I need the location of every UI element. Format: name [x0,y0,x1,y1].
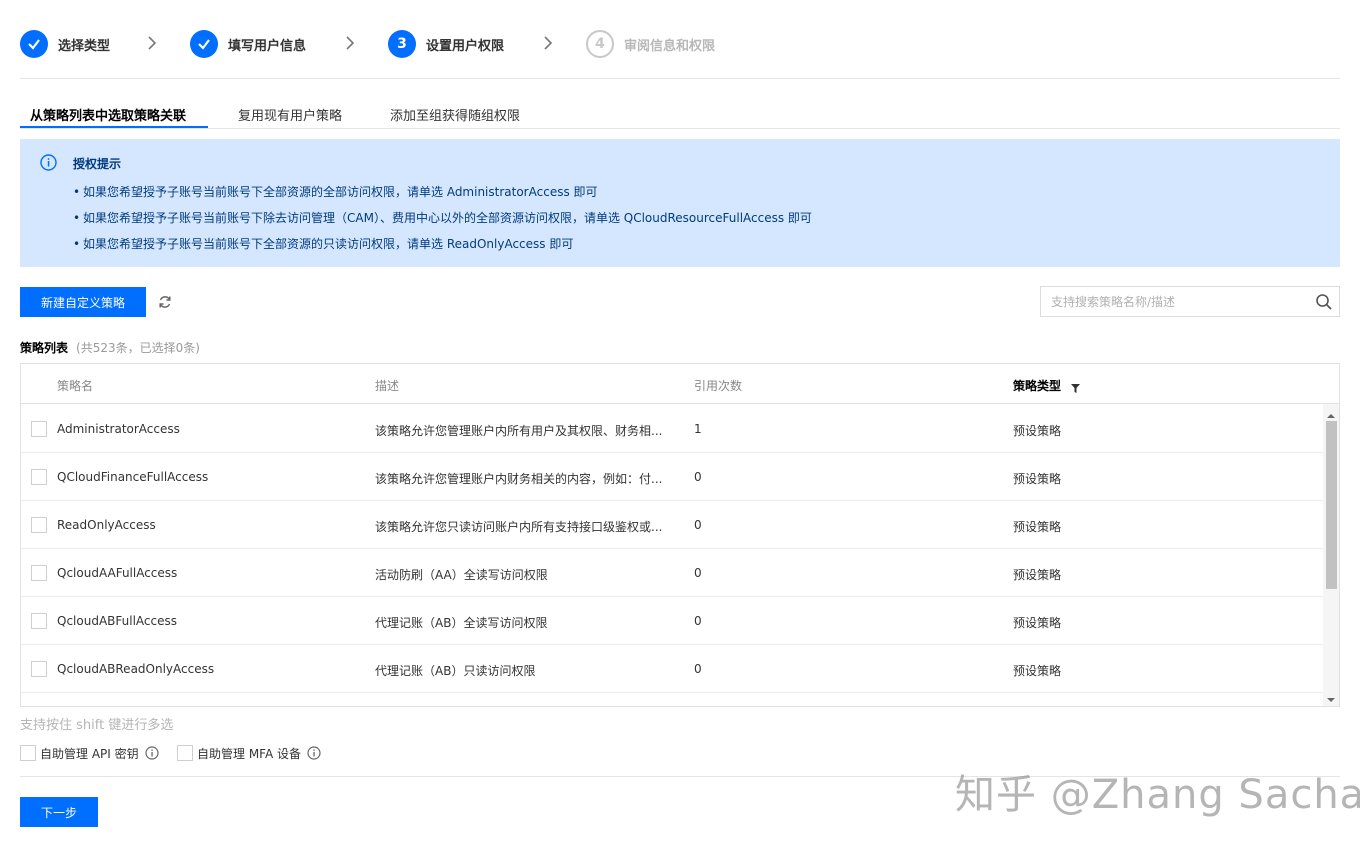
step-3: 3 设置用户权限 [388,29,504,59]
mfa-checkbox[interactable] [177,745,193,761]
table-row[interactable]: QcloudAAFullAccess 活动防刷（AA）全读写访问权限 0 预设策… [21,549,1323,597]
policy-name: ReadOnlyAccess [57,518,156,532]
divider [20,78,1340,79]
row-checkbox[interactable] [31,421,47,437]
check-icon [20,30,48,58]
scroll-up-icon[interactable] [1326,409,1336,418]
row-checkbox[interactable] [31,517,47,533]
mfa-option[interactable]: 自助管理 MFA 设备 [177,744,321,762]
table-header: 策略名 描述 引用次数 策略类型 [21,364,1339,404]
chevron-right-icon [147,35,157,55]
policy-description: 活动防刷（AA）全读写访问权限 [375,568,548,582]
search-input[interactable] [1041,287,1311,316]
filter-icon[interactable] [1071,382,1081,393]
table-row[interactable]: QcloudABFullAccess 代理记账（AB）全读写访问权限 0 预设策… [21,597,1323,645]
row-checkbox[interactable] [31,565,47,581]
step-3-number: 3 [388,30,416,58]
tab-bar: 从策略列表中选取策略关联 复用现有用户策略 添加至组获得随组权限 [20,99,1340,129]
authorization-notice: 授权提示 • 如果您希望授予子账号当前账号下全部资源的全部访问权限，请单选 Adm… [20,139,1340,267]
policy-references: 1 [694,422,702,436]
active-tab-indicator [20,126,208,128]
step-4-number: 4 [586,30,614,58]
row-checkbox[interactable] [31,469,47,485]
api-key-option[interactable]: 自助管理 API 密钥 [20,744,159,762]
policy-description: 该策略允许您管理账户内所有用户及其权限、财务相... [375,424,663,438]
policy-table: 策略名 描述 引用次数 策略类型 AdministratorAccess 该策略… [20,363,1340,707]
policy-type: 预设策略 [1013,664,1062,678]
tab-select-from-policy-list[interactable]: 从策略列表中选取策略关联 [30,105,186,124]
policy-type: 预设策略 [1013,520,1062,534]
policy-references: 0 [694,518,702,532]
info-icon[interactable] [145,746,159,760]
column-header-description: 描述 [375,379,400,393]
scroll-down-icon[interactable] [1326,693,1336,702]
refresh-icon[interactable] [157,294,173,310]
table-scrollbar[interactable] [1323,404,1339,706]
policy-list-title: 策略列表 (共523条，已选择0条) [20,341,200,355]
row-checkbox[interactable] [31,661,47,677]
policy-name: QCloudFinanceFullAccess [57,470,209,484]
policy-description: 该策略允许您只读访问账户内所有支持接口级鉴权或... [375,520,663,534]
watermark: 知乎 @Zhang Sacha [955,772,1360,818]
step-indicator: 选择类型 填写用户信息 3 设置用户权限 4 审阅信息和权限 [20,29,1340,59]
policy-references: 0 [694,566,702,580]
policy-description: 代理记账（AB）全读写访问权限 [375,616,548,630]
column-header-policy-type[interactable]: 策略类型 [1013,377,1081,394]
step-2: 填写用户信息 [190,29,306,59]
api-key-label: 自助管理 API 密钥 [40,746,139,761]
table-row[interactable]: QCloudFinanceFullAccess 该策略允许您管理账户内财务相关的… [21,453,1323,501]
policy-name: AdministratorAccess [57,422,180,436]
tab-reuse-user-policy[interactable]: 复用现有用户策略 [238,105,342,124]
chevron-right-icon [543,35,553,55]
multi-select-tip: 支持按住 shift 键进行多选 [20,718,174,733]
policy-name: QcloudABFullAccess [57,614,177,628]
chevron-right-icon [345,35,355,55]
notice-title: 授权提示 [73,157,122,171]
policy-references: 0 [694,470,702,484]
table-row[interactable]: QcloudABReadOnlyAccess 代理记账（AB）只读访问权限 0 … [21,645,1323,693]
search-icon[interactable] [1315,293,1333,311]
api-key-checkbox[interactable] [20,745,36,761]
notice-item: • 如果您希望授予子账号当前账号下全部资源的只读访问权限，请单选 ReadOnly… [73,237,574,251]
policy-references: 0 [694,614,702,628]
policy-type: 预设策略 [1013,616,1062,630]
policy-description: 该策略允许您管理账户内财务相关的内容，例如：付... [375,472,663,486]
column-header-name: 策略名 [57,379,94,393]
policy-search [1040,286,1340,317]
notice-item: • 如果您希望授予子账号当前账号下全部资源的全部访问权限，请单选 Administ… [73,185,598,199]
step-1: 选择类型 [20,29,110,59]
policy-references: 0 [694,662,702,676]
table-row[interactable]: AdministratorAccess 该策略允许您管理账户内所有用户及其权限、… [21,405,1323,453]
step-2-label: 填写用户信息 [228,38,307,54]
step-1-label: 选择类型 [58,38,111,54]
policy-type: 预设策略 [1013,472,1062,486]
check-icon [190,30,218,58]
info-icon[interactable] [307,746,321,760]
tab-add-to-group[interactable]: 添加至组获得随组权限 [390,105,520,124]
scrollbar-thumb[interactable] [1326,421,1337,589]
step-3-label: 设置用户权限 [426,38,505,54]
policy-name: QcloudAAFullAccess [57,566,178,580]
table-row[interactable]: ReadOnlyAccess 该策略允许您只读访问账户内所有支持接口级鉴权或..… [21,501,1323,549]
mfa-label: 自助管理 MFA 设备 [197,746,301,761]
policy-count: (共523条，已选择0条) [76,341,200,355]
column-header-references: 引用次数 [694,379,743,393]
policy-type: 预设策略 [1013,568,1062,582]
step-4: 4 审阅信息和权限 [586,29,715,59]
new-custom-policy-button[interactable]: 新建自定义策略 [20,287,146,317]
next-step-button[interactable]: 下一步 [20,797,98,827]
policy-type: 预设策略 [1013,424,1062,438]
notice-item: • 如果您希望授予子账号当前账号下除去访问管理（CAM）、费用中心以外的全部资源访… [73,211,812,225]
row-checkbox[interactable] [31,613,47,629]
info-icon [40,154,57,171]
policy-description: 代理记账（AB）只读访问权限 [375,664,536,678]
policy-name: QcloudABReadOnlyAccess [57,662,215,676]
step-4-label: 审阅信息和权限 [624,38,716,54]
